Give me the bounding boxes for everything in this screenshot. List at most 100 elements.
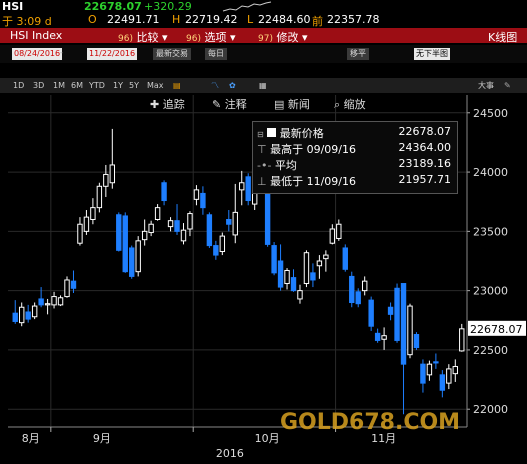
candle-body (154, 207, 161, 220)
candle-body (90, 207, 96, 220)
candle-body (219, 235, 226, 253)
square-icon (267, 128, 277, 137)
start-date-input[interactable]: 08/24/2016 (12, 48, 63, 60)
legend: ⊟ 最新价格 22678.07 ⊤ 最高于 09/09/16 24364.00 … (252, 121, 458, 194)
prev-value: 22357.78 (327, 13, 380, 26)
candle-body (226, 219, 232, 225)
period-max[interactable]: Max (146, 80, 165, 91)
table-icon[interactable]: ▦ (258, 80, 268, 91)
candle-body (394, 287, 400, 341)
sparkline-icon (222, 1, 272, 12)
low-marker-icon: ⊥ (257, 175, 267, 188)
settings-icon[interactable]: ✿ (228, 80, 237, 91)
price-change: +320.29 (144, 0, 192, 13)
y-tick-label: 23500 (473, 225, 508, 238)
candle-body (51, 296, 57, 306)
period-6m[interactable]: 6M (70, 80, 84, 91)
menu-num: 96) (186, 34, 201, 44)
security-field[interactable]: HSI Index (10, 29, 62, 42)
candle-body (206, 214, 213, 247)
legend-value: 22678.07 (398, 125, 452, 138)
period-1d[interactable]: 1D (12, 80, 25, 91)
function-bar: HSI Index 96) 比较 ▾ 96) 选项 ▾ 97) 修改 ▾ K线图 (0, 28, 527, 45)
candle-body (135, 240, 141, 273)
candle-body (245, 176, 251, 202)
candle-body (83, 216, 90, 232)
prev-label: 前 (312, 15, 323, 28)
track-tool[interactable]: ✚ 追踪 (150, 96, 185, 112)
menu-label: 选项 (204, 31, 227, 44)
y-tick-label: 24500 (473, 107, 508, 120)
candle-body (374, 332, 381, 341)
edit-icon[interactable]: ✎ (503, 80, 512, 91)
candle-body (297, 290, 303, 300)
candle-body (271, 245, 277, 274)
candle-body (103, 173, 109, 187)
menu-modify[interactable]: 97) 修改 ▾ (258, 29, 308, 45)
candle-style-button[interactable]: ▤ (172, 80, 182, 91)
candle-body (407, 305, 413, 356)
annotate-tool[interactable]: ✎ 注释 (212, 96, 247, 112)
high-label: H (172, 13, 181, 26)
period-1m[interactable]: 1M (52, 80, 66, 91)
tool-label: 追踪 (162, 98, 185, 111)
high-marker-icon: ⊤ (257, 143, 267, 156)
candle-body (122, 215, 128, 273)
candle-body (174, 220, 180, 232)
end-date-input[interactable]: 11/22/2016 (87, 48, 138, 60)
candle-body (323, 254, 329, 260)
menu-num: 97) (258, 34, 273, 44)
tool-label: 注释 (224, 98, 247, 111)
legend-value: 21957.71 (398, 173, 452, 186)
candle-body (193, 189, 200, 200)
frequency-select[interactable]: 每日 (205, 48, 227, 60)
candle-body (426, 363, 433, 376)
candle-body (129, 247, 135, 277)
chart-type-label: K线图 (488, 31, 518, 44)
chevron-down-icon: ▾ (229, 31, 236, 44)
period-1y[interactable]: 1Y (112, 80, 124, 91)
candle-body (167, 220, 174, 228)
period-ytd[interactable]: YTD (88, 80, 106, 91)
last-trade-button[interactable]: 最新交易 (153, 48, 191, 60)
x-tick-label: 10月 (255, 432, 280, 445)
candle-body (180, 229, 187, 242)
legend-row-low: ⊥ 最低于 11/09/16 (257, 173, 356, 189)
zoom-tool[interactable]: ⌕ 缩放 (334, 96, 366, 112)
period-3d[interactable]: 3D (32, 80, 45, 91)
tool-label: 缩放 (343, 98, 366, 111)
candle-body (277, 260, 284, 288)
candle-body (355, 291, 361, 305)
candle-body (368, 299, 374, 327)
candle-body (413, 334, 420, 349)
candle-body (342, 247, 348, 270)
period-5y[interactable]: 5Y (128, 80, 140, 91)
collapse-icon[interactable]: ⊟ (257, 130, 264, 139)
candle-body (336, 223, 342, 239)
menu-num: 96) (118, 34, 133, 44)
menu-compare[interactable]: 96) 比较 ▾ (118, 29, 168, 45)
lower-panel-select[interactable]: 无下半图 (414, 48, 450, 60)
flatten-button[interactable]: 移平 (347, 48, 369, 60)
candle-body (316, 260, 323, 267)
candle-body (232, 211, 238, 236)
legend-value: 23189.16 (398, 157, 452, 170)
y-tick-label: 23000 (473, 285, 508, 298)
candle-body (239, 182, 245, 191)
candle-body (77, 223, 83, 244)
line-chart-icon[interactable]: 〽 (210, 80, 220, 91)
candle-body (433, 361, 439, 364)
menu-options[interactable]: 96) 选项 ▾ (186, 29, 236, 45)
candle-body (452, 366, 458, 375)
news-tool[interactable]: ▤ 新闻 (274, 96, 310, 112)
events-toggle[interactable]: 大事 (477, 80, 495, 91)
range-separator: - (60, 48, 63, 57)
candle-body (459, 328, 465, 352)
tool-label: 新闻 (287, 98, 310, 111)
candle-body (200, 192, 206, 209)
candle-body (25, 311, 31, 320)
chevron-down-icon: ▾ (301, 31, 308, 44)
candle-body (44, 303, 51, 306)
candle-body (381, 335, 387, 340)
candle-body (329, 228, 336, 244)
